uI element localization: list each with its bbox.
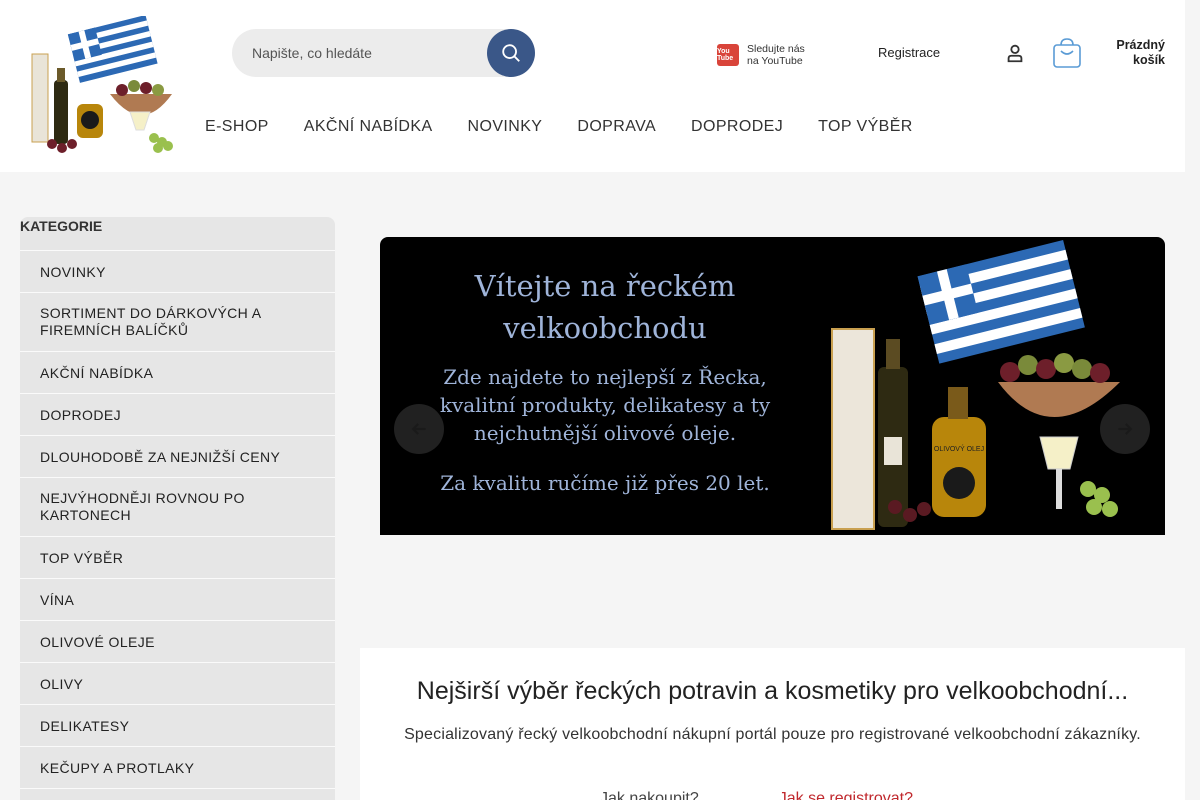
sidebar-item-olivy[interactable]: OLIVY [20, 662, 335, 704]
banner-prev-button[interactable] [394, 404, 444, 454]
sidebar-item-olivove-oleje[interactable]: OLIVOVÉ OLEJE [20, 620, 335, 662]
sidebar-item-kartony[interactable]: NEJVÝHODNĚJI ROVNOU PO KARTONECH [20, 477, 335, 536]
how-to-buy-link[interactable]: Jak nakoupit? [600, 790, 699, 800]
sidebar-item-vina[interactable]: VÍNA [20, 578, 335, 620]
nav-item-doprodej[interactable]: DOPRODEJ [691, 118, 783, 136]
banner-text: Vítejte na řeckém velkoobchodu Zde najde… [410, 265, 800, 495]
nav-item-akcni-nabidka[interactable]: AKČNÍ NABÍDKA [304, 118, 433, 136]
cart-status[interactable]: Prázdný košík [1100, 38, 1165, 68]
welcome-subheading: Specializovaný řecký velkoobchodní nákup… [404, 726, 1141, 743]
search-input[interactable] [232, 29, 487, 77]
sidebar-title: KATEGORIE [20, 218, 103, 234]
banner-title-line2: velkoobchodu [503, 311, 707, 345]
search-icon [502, 44, 520, 62]
banner-footer: Za kvalitu ručíme již přes 20 let. [440, 471, 770, 495]
register-link[interactable]: Registrace [878, 45, 940, 60]
search-button[interactable] [487, 29, 535, 77]
welcome-heading: Nejširší výběr řeckých potravin a kosmet… [416, 677, 1129, 705]
site-header: You Tube Sledujte nás na YouTube Registr… [0, 0, 1185, 172]
banner-title-line1: Vítejte na řeckém [474, 269, 736, 303]
sidebar-item-darkove-balicky[interactable]: SORTIMENT DO DÁRKOVÝCH A FIREMNÍCH BALÍČ… [20, 292, 335, 351]
sidebar-item-more[interactable] [20, 788, 335, 800]
cart-icon[interactable] [1052, 37, 1082, 69]
nav-item-top-vyber[interactable]: TOP VÝBĚR [818, 118, 913, 136]
nav-item-doprava[interactable]: DOPRAVA [577, 118, 656, 136]
sidebar-item-top-vyber[interactable]: TOP VÝBĚR [20, 536, 335, 578]
category-sidebar: KATEGORIE NOVINKY SORTIMENT DO DÁRKOVÝCH… [20, 217, 335, 800]
banner-sub-line3: nejchutnější olivové oleje. [473, 421, 737, 445]
user-icon[interactable] [1004, 42, 1026, 64]
youtube-label: Sledujte nás na YouTube [747, 43, 805, 67]
sidebar-item-kecupy[interactable]: KEČUPY A PROTLAKY [20, 746, 335, 788]
sidebar-item-novinky[interactable]: NOVINKY [20, 250, 335, 292]
main-nav: E-SHOP AKČNÍ NABÍDKA NOVINKY DOPRAVA DOP… [205, 118, 913, 136]
banner-illustration: OLIVOVÝ OLEJ [831, 240, 1120, 530]
sidebar-item-delikatesy[interactable]: DELIKATESY [20, 704, 335, 746]
nav-item-eshop[interactable]: E-SHOP [205, 118, 269, 136]
search-bar [232, 29, 535, 77]
site-logo[interactable] [22, 14, 182, 156]
welcome-section: Nejširší výběr řeckých potravin a kosmet… [360, 648, 1185, 800]
bottle-label: OLIVOVÝ OLEJ [934, 444, 984, 453]
banner-next-button[interactable] [1100, 404, 1150, 454]
sidebar-item-doprodej[interactable]: DOPRODEJ [20, 393, 335, 435]
hero-banner[interactable]: Vítejte na řeckém velkoobchodu Zde najde… [380, 237, 1165, 535]
help-links: Jak nakoupit? Jak se registrovat? [600, 790, 913, 800]
youtube-link[interactable]: You Tube Sledujte nás na YouTube [717, 41, 817, 69]
youtube-icon: You Tube [717, 44, 739, 66]
sidebar-item-akcni-nabidka[interactable]: AKČNÍ NABÍDKA [20, 351, 335, 393]
banner-sub-line2: kvalitní produkty, delikatesy a ty [439, 393, 771, 417]
arrow-right-icon [1118, 423, 1133, 435]
sidebar-item-nejnizsi-ceny[interactable]: DLOUHODOBĚ ZA NEJNIŽŠÍ CENY [20, 435, 335, 477]
arrow-left-icon [411, 423, 426, 435]
banner-sub-line1: Zde najdete to nejlepší z Řecka, [443, 365, 767, 389]
nav-item-novinky[interactable]: NOVINKY [468, 118, 543, 136]
how-to-register-link[interactable]: Jak se registrovat? [779, 790, 913, 800]
